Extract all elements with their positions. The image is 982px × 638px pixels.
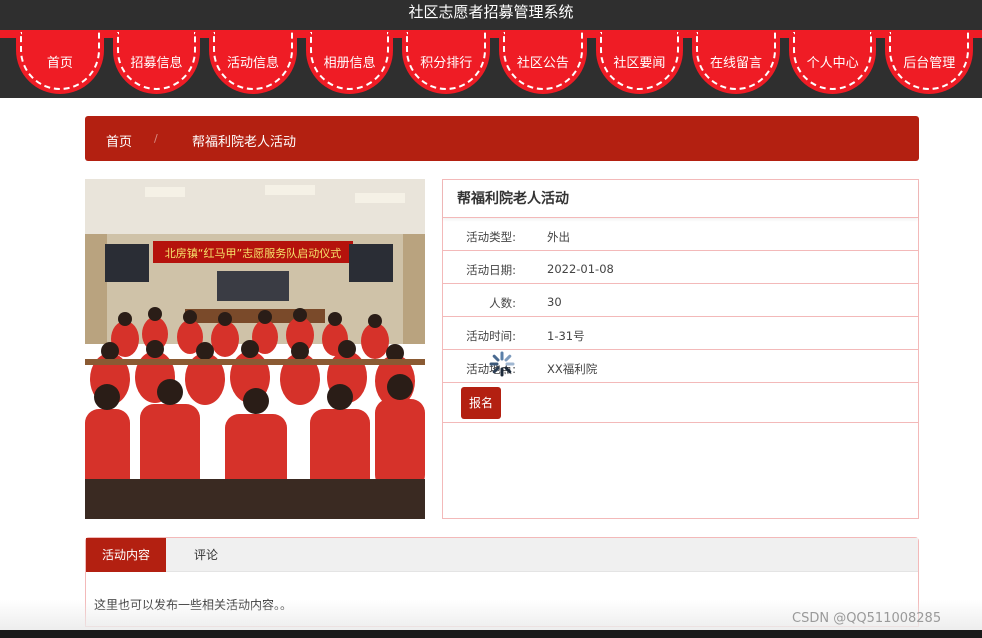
detail-row-date: 活动日期: 2022-01-08 (443, 251, 918, 284)
nav-item-label: 在线留言 (710, 56, 763, 71)
nav-item-announcements[interactable]: 社区公告 (498, 30, 587, 94)
breadcrumb-current: 帮福利院老人活动 (192, 135, 297, 150)
nav-item-label: 积分排行 (420, 56, 473, 71)
loading-spinner-icon (489, 351, 515, 377)
watermark-text: CSDN @QQ511008285 (792, 611, 942, 626)
nav-items: 首页 招募信息 活动信息 相册信息 积分排行 社区公告 社区要闻 在线留言 个人… (16, 30, 982, 98)
nav-item-admin[interactable]: 后台管理 (885, 30, 974, 94)
field-value: 1-31号 (547, 329, 585, 343)
nav-item-label: 招募信息 (130, 56, 183, 71)
field-label: 活动类型: (466, 230, 516, 244)
nav-item-home[interactable]: 首页 (16, 30, 104, 94)
nav-item-albums[interactable]: 相册信息 (305, 30, 394, 94)
breadcrumb-home-link[interactable]: 首页 (106, 131, 132, 150)
photo-banner-text: 北房镇“红马甲”志愿服务队启动仪式 (165, 246, 341, 260)
detail-row-time: 活动时间: 1-31号 (443, 317, 918, 350)
breadcrumb: 首页 / 帮福利院老人活动 (85, 116, 919, 161)
field-label: 活动时间: (466, 329, 516, 343)
field-value: XX福利院 (547, 362, 598, 376)
field-label: 人数: (489, 296, 516, 310)
nav-item-points-ranking[interactable]: 积分排行 (402, 30, 491, 94)
bottom-bar (0, 630, 982, 638)
tab-comments[interactable]: 评论 (166, 538, 246, 572)
nav-item-label: 活动信息 (227, 56, 280, 71)
detail-row-count: 人数: 30 (443, 284, 918, 317)
signup-row: 报名 (443, 383, 918, 423)
tab-content-text: 这里也可以发布一些相关活动内容。。 (94, 598, 293, 612)
app-title-bar: 社区志愿者招募管理系统 (0, 0, 982, 30)
tab-bar: 活动内容 评论 (86, 538, 918, 572)
nav-item-label: 社区要闻 (613, 56, 666, 71)
field-value: 2022-01-08 (547, 262, 614, 276)
tab-activity-content[interactable]: 活动内容 (86, 538, 166, 572)
nav-item-messages[interactable]: 在线留言 (692, 30, 780, 94)
nav-item-label: 首页 (46, 56, 73, 71)
nav-item-label: 个人中心 (806, 56, 859, 71)
nav-item-label: 相册信息 (323, 56, 376, 71)
field-label: 活动日期: (466, 263, 516, 277)
breadcrumb-separator: / (154, 132, 158, 145)
nav-item-label: 社区公告 (516, 56, 569, 71)
activity-title: 帮福利院老人活动 (443, 180, 918, 218)
app-title: 社区志愿者招募管理系统 (408, 3, 574, 21)
nav-item-recruitment[interactable]: 招募信息 (112, 30, 201, 94)
nav-item-news[interactable]: 社区要闻 (595, 30, 684, 94)
field-value: 30 (547, 295, 562, 309)
nav-item-activities[interactable]: 活动信息 (209, 30, 297, 94)
field-value: 外出 (547, 230, 570, 244)
nav-item-label: 后台管理 (903, 56, 956, 71)
activity-detail-panel: 帮福利院老人活动 活动类型: 外出 活动日期: 2022-01-08 人数: 3… (442, 179, 919, 519)
detail-row-type: 活动类型: 外出 (443, 218, 918, 251)
main-nav: 首页 招募信息 活动信息 相册信息 积分排行 社区公告 社区要闻 在线留言 个人… (0, 30, 982, 98)
nav-item-personal-center[interactable]: 个人中心 (788, 30, 877, 94)
signup-button[interactable]: 报名 (461, 387, 501, 419)
activity-photo: 北房镇“红马甲”志愿服务队启动仪式 (85, 179, 425, 519)
